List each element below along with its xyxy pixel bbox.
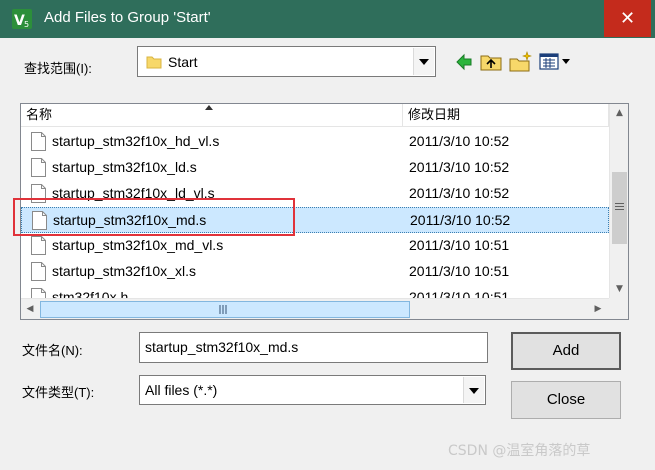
filename-label: 文件名(N): [22, 343, 83, 358]
column-header-date-label: 修改日期 [408, 107, 461, 122]
file-date: 2011/3/10 10:52 [409, 133, 510, 149]
file-name: startup_stm32f10x_md_vl.s [52, 237, 224, 253]
filename-input[interactable]: startup_stm32f10x_md.s [139, 332, 488, 363]
horizontal-scroll-thumb[interactable] [40, 301, 410, 318]
file-row[interactable]: startup_stm32f10x_xl.s 2011/3/10 10:51 [21, 259, 609, 285]
up-folder-icon[interactable] [480, 50, 502, 74]
highlight-annotation [13, 198, 295, 236]
file-row[interactable]: startup_stm32f10x_md_vl.s 2011/3/10 10:5… [21, 233, 609, 259]
file-name: startup_stm32f10x_xl.s [52, 263, 196, 279]
back-arrow-icon[interactable] [455, 50, 473, 74]
add-button[interactable]: Add [511, 332, 621, 370]
file-name: startup_stm32f10x_ld.s [52, 159, 197, 175]
lookin-value: Start [168, 54, 198, 70]
file-date: 2011/3/10 10:52 [409, 159, 510, 175]
filetype-select[interactable]: All files (*.*) [139, 375, 486, 405]
chevron-down-icon [419, 59, 429, 65]
lookin-dropdown-button[interactable] [413, 48, 434, 75]
file-date: 2011/3/10 10:52 [409, 185, 510, 201]
folder-icon [146, 56, 162, 69]
lookin-combobox[interactable]: Start [137, 46, 436, 77]
vertical-scrollbar[interactable]: ▲ ▼ [609, 104, 628, 298]
column-header-name[interactable]: 名称 [21, 104, 403, 126]
watermark: CSDN @温室角落的草 [448, 443, 591, 459]
close-window-button[interactable]: ✕ [604, 0, 651, 37]
scrollbar-corner [609, 298, 628, 319]
chevron-down-icon [469, 388, 479, 394]
column-header-date[interactable]: 修改日期 [403, 104, 609, 126]
grip-line [615, 209, 624, 210]
new-folder-icon[interactable] [509, 50, 533, 74]
scroll-left-icon[interactable]: ◀ [21, 300, 39, 318]
file-icon [31, 132, 46, 151]
file-date: 2011/3/10 10:52 [410, 212, 511, 228]
svg-text:5: 5 [24, 20, 29, 29]
file-name: startup_stm32f10x_hd_vl.s [52, 133, 220, 149]
file-row[interactable]: startup_stm32f10x_hd_vl.s 2011/3/10 10:5… [21, 129, 609, 155]
grip-icon [219, 305, 227, 314]
filetype-label: 文件类型(T): [22, 385, 95, 400]
add-files-dialog: V 5 Add Files to Group 'Start' ✕ 查找范围(I)… [0, 0, 655, 470]
list-header: 名称 修改日期 [21, 104, 609, 127]
window-title: Add Files to Group 'Start' [44, 9, 211, 26]
file-date: 2011/3/10 10:51 [409, 263, 510, 279]
grip-line [615, 206, 624, 207]
vertical-scroll-thumb[interactable] [612, 172, 627, 244]
filetype-dropdown-button[interactable] [463, 377, 484, 403]
scroll-up-icon[interactable]: ▲ [610, 104, 628, 122]
scroll-down-icon[interactable]: ▼ [610, 280, 628, 298]
scroll-right-icon[interactable]: ▶ [589, 300, 607, 318]
close-icon: ✕ [619, 8, 636, 29]
file-date: 2011/3/10 10:51 [409, 237, 510, 253]
file-icon [31, 158, 46, 177]
file-icon [31, 236, 46, 255]
horizontal-scrollbar[interactable]: ◀ ▶ [21, 298, 609, 319]
lookin-label: 查找范围(I): [24, 61, 92, 76]
view-menu-icon[interactable] [539, 50, 575, 74]
close-button[interactable]: Close [511, 381, 621, 419]
grip-line [615, 203, 624, 204]
file-row[interactable]: startup_stm32f10x_ld.s 2011/3/10 10:52 [21, 155, 609, 181]
column-header-name-label: 名称 [26, 107, 53, 122]
title-bar[interactable]: V 5 Add Files to Group 'Start' ✕ [0, 0, 655, 38]
uvision-icon: V 5 [12, 9, 32, 29]
file-icon [31, 262, 46, 281]
filetype-value: All files (*.*) [145, 382, 218, 398]
sort-ascending-icon [205, 105, 213, 110]
